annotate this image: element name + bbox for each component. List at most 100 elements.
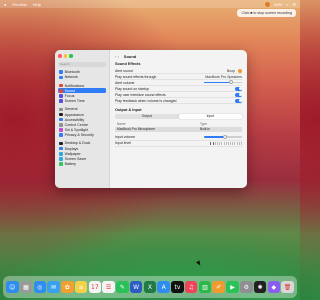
zoom-button[interactable] xyxy=(69,54,73,58)
menu-help[interactable]: Help xyxy=(33,2,41,7)
column-name: Name xyxy=(117,122,126,127)
sidebar-item-label: Wallpaper xyxy=(64,151,81,156)
input-level-label: Input level xyxy=(115,141,131,145)
tab-input[interactable]: Input xyxy=(178,114,242,119)
excel-icon[interactable]: X xyxy=(143,280,157,294)
sidebar-item-label: Bluetooth xyxy=(64,70,80,75)
focus-icon xyxy=(59,94,63,98)
sidebar-item-label: Accessibility xyxy=(64,117,85,122)
recording-tooltip: Click ■ to stop screen recording xyxy=(237,9,296,17)
sidebar-item-label: Desktop & Dock xyxy=(64,141,91,146)
device-type: Built-in xyxy=(200,127,211,131)
sidebar-item-focus[interactable]: Focus xyxy=(58,93,106,98)
mouse-cursor-icon xyxy=(196,260,202,267)
app-store-icon[interactable]: A xyxy=(157,280,170,294)
calendar-icon[interactable]: 17 xyxy=(88,280,102,294)
device-table-header: Name Type xyxy=(115,122,242,127)
numbers-icon[interactable]: ▥ xyxy=(198,280,212,294)
music-icon[interactable]: ♫ xyxy=(184,280,198,294)
facetime-icon[interactable]: ▶ xyxy=(226,280,239,294)
sidebar-item-label: Siri & Spotlight xyxy=(64,128,89,133)
messages-icon[interactable]: ✎ xyxy=(116,280,129,294)
screen-saver-icon xyxy=(59,157,63,161)
sidebar-item-label: Appearance xyxy=(64,112,84,117)
alert-sound-select[interactable]: Boop xyxy=(227,69,235,73)
sidebar-item-siri-spotlight[interactable]: Siri & Spotlight xyxy=(58,127,106,132)
wifi-icon[interactable]: ≈ xyxy=(286,2,288,7)
sidebar-item-label: Sound xyxy=(64,88,75,93)
device-name: MacBook Pro Microphone xyxy=(117,127,155,131)
word-icon[interactable]: W xyxy=(129,280,143,294)
sound-icon xyxy=(59,88,63,93)
volume-feedback-label: Play feedback when volume is changed xyxy=(115,98,177,103)
settings-sidebar: Search Bluetooth Network Notifications Soun… xyxy=(55,50,110,188)
sidebar-item-label: Displays xyxy=(64,146,79,151)
sound-pane: ‹ › Sound Sound Effects Alert sound Boop… xyxy=(110,50,247,188)
sidebar-item-label: Notifications xyxy=(64,83,85,88)
close-button[interactable] xyxy=(58,54,62,58)
startup-sound-toggle[interactable] xyxy=(235,86,242,91)
play-through-select[interactable]: MacBook Pro Speakers xyxy=(205,75,242,79)
finder-icon[interactable]: ☺ xyxy=(6,280,19,294)
safari-icon[interactable]: ◎ xyxy=(33,280,47,294)
column-type: Type xyxy=(200,122,207,127)
trash-icon[interactable]: 🗑 xyxy=(281,280,294,294)
siri-spotlight-icon xyxy=(59,128,63,132)
sidebar-item-screen-saver[interactable]: Screen Saver xyxy=(58,156,106,161)
output-input-heading: Output & Input xyxy=(115,108,142,112)
input-volume-slider[interactable] xyxy=(204,134,242,139)
play-through-label: Play sound effects through xyxy=(115,74,157,79)
sidebar-search-input[interactable]: Search xyxy=(58,61,106,67)
ui-effects-toggle[interactable] xyxy=(235,92,242,97)
input-level-meter xyxy=(210,141,242,145)
ui-effects-label: Play user interface sound effects xyxy=(115,92,166,97)
control-centre-icon xyxy=(59,123,63,127)
sidebar-item-label: Screen Saver xyxy=(64,157,87,161)
sidebar-item-label: Control Centre xyxy=(64,122,88,127)
dock: ☺ ▦ ◎ ✉ ✿ ≡ 17 ☰ ✎ W X Atv ♫ ▥ ✐ ▶ ⚙ ✺ ◆ 🗑 xyxy=(3,276,297,298)
displays-icon xyxy=(59,146,63,151)
alert-volume-slider[interactable] xyxy=(204,80,242,85)
general-icon xyxy=(59,107,63,112)
reminders-icon[interactable]: ☰ xyxy=(102,280,115,294)
sidebar-item-label: Battery xyxy=(64,162,76,167)
menu-bar: ● Preview Help 83% ≈ ☰ xyxy=(0,0,300,8)
battery-percent[interactable]: 83% xyxy=(274,2,282,7)
tab-output[interactable]: Output xyxy=(115,114,179,119)
privacy-security-icon xyxy=(59,133,63,138)
photos-icon[interactable]: ✿ xyxy=(61,280,74,294)
volume-feedback-row: Play feedback when volume is changed xyxy=(115,98,242,104)
sidebar-item-label: General xyxy=(64,107,78,112)
control-centre-icon[interactable]: ☰ xyxy=(292,2,296,7)
apple-tv-icon[interactable]: tv xyxy=(171,280,184,294)
menu-app-name[interactable]: Preview xyxy=(12,2,26,7)
system-settings-window: Search Bluetooth Network Notifications Soun… xyxy=(55,50,247,188)
app-icon[interactable]: ◆ xyxy=(267,280,281,294)
play-sound-icon[interactable] xyxy=(238,68,242,73)
input-volume-label: Input volume xyxy=(115,135,136,139)
wallpaper-icon xyxy=(59,152,63,156)
sidebar-item-label: Focus xyxy=(64,93,75,98)
launchpad-icon[interactable]: ▦ xyxy=(19,280,33,294)
mail-icon[interactable]: ✉ xyxy=(47,280,60,294)
sidebar-item-label: Network xyxy=(64,75,78,80)
minimize-button[interactable] xyxy=(63,54,68,58)
notes-icon[interactable]: ≡ xyxy=(74,280,88,294)
table-row[interactable]: MacBook Pro Microphone Built-in xyxy=(115,126,242,132)
page-title: Sound xyxy=(123,54,137,59)
screen-time-icon xyxy=(59,99,63,103)
pages-icon[interactable]: ✐ xyxy=(212,280,225,294)
desktop-dock-icon xyxy=(59,141,63,146)
volume-feedback-toggle[interactable] xyxy=(235,98,242,103)
sidebar-item-label: Privacy & Security xyxy=(64,133,94,138)
chatgpt-icon[interactable]: ✺ xyxy=(253,280,267,294)
input-level-row: Input level xyxy=(115,141,242,147)
screen-recording-icon[interactable] xyxy=(265,1,271,7)
sidebar-item-battery[interactable]: Battery xyxy=(58,162,106,167)
window-controls xyxy=(58,54,106,58)
appearance-icon xyxy=(59,112,63,117)
sidebar-list: Bluetooth Network Notifications Sound Focus S… xyxy=(58,70,106,167)
apple-menu-icon[interactable]: ● xyxy=(4,2,6,7)
system-settings-icon[interactable]: ⚙ xyxy=(240,280,253,294)
back-forward-icon[interactable]: ‹ › xyxy=(115,54,119,59)
